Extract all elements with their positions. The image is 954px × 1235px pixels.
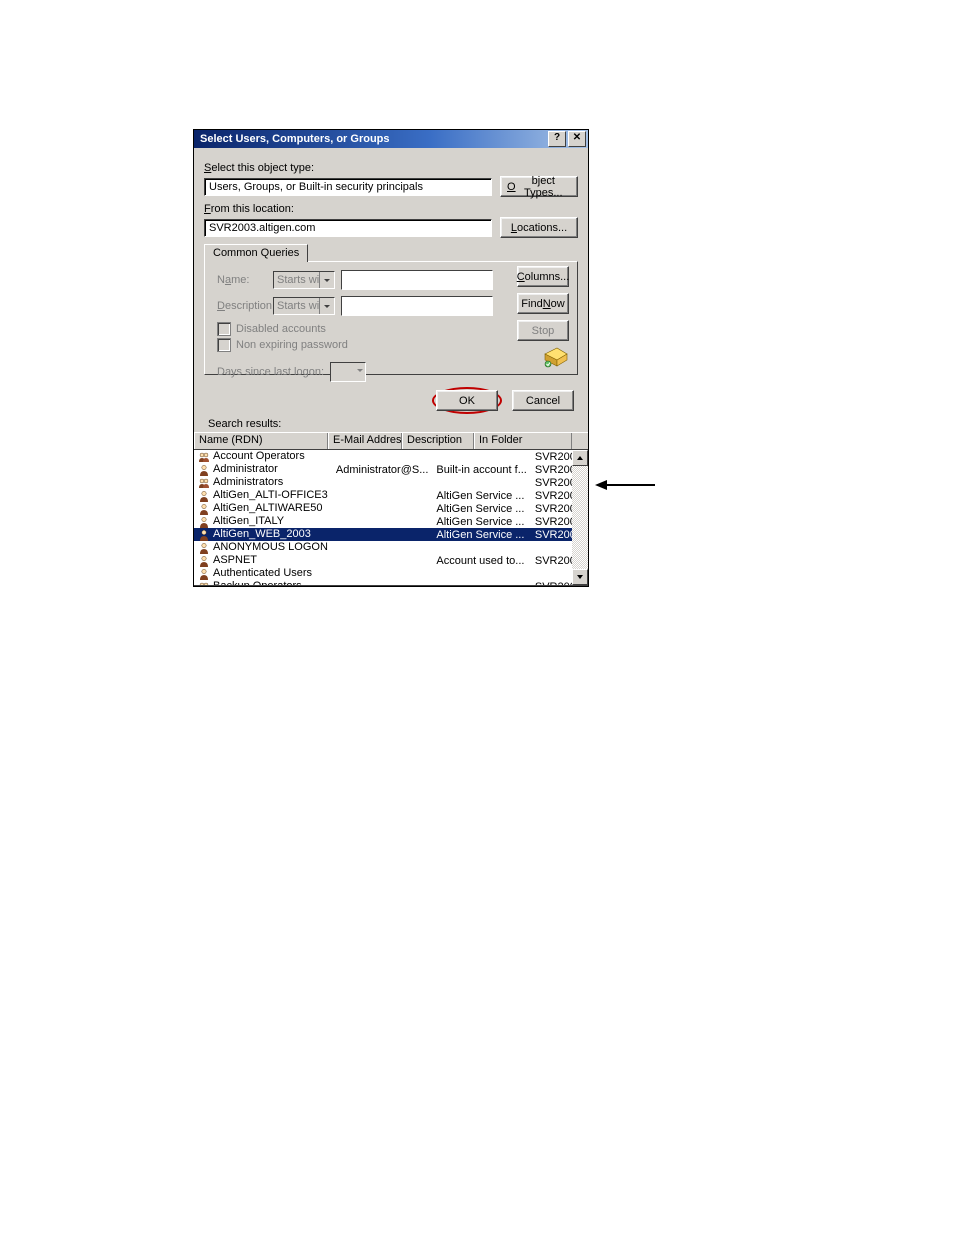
table-row[interactable]: Account OperatorsSVR2003.altige... [194, 450, 588, 463]
checkbox-icon [217, 322, 231, 336]
stop-button[interactable]: Stop [517, 320, 569, 341]
table-row[interactable]: AdministratorAdministrator@S...Built-in … [194, 463, 588, 476]
titlebar[interactable]: Select Users, Computers, or Groups ? ✕ [194, 130, 588, 148]
title-text: Select Users, Computers, or Groups [200, 133, 546, 145]
results-grid[interactable]: Account OperatorsSVR2003.altige...Admini… [194, 450, 588, 586]
common-queries-tab[interactable]: Common Queries [204, 244, 308, 262]
queries-panel: Name: Starts with Description: Starts wi… [204, 261, 578, 375]
results-table[interactable]: Account OperatorsSVR2003.altige...Admini… [194, 450, 588, 586]
directory-icon [541, 346, 569, 368]
table-row[interactable]: ANONYMOUS LOGON [194, 541, 588, 554]
days-since-combo[interactable] [330, 362, 366, 382]
table-row[interactable]: AltiGen_ITALYAltiGen Service ...SVR2003.… [194, 515, 588, 528]
scroll-up-button[interactable] [572, 450, 588, 466]
object-type-label: Select this object type: [204, 162, 578, 174]
col-email[interactable]: E-Mail Address [328, 433, 402, 449]
locations-button[interactable]: Locations... [500, 217, 578, 238]
col-folder[interactable]: In Folder [474, 433, 572, 449]
table-row[interactable]: AltiGen_ALTI-OFFICE3AltiGen Service ...S… [194, 489, 588, 502]
name-match-combo[interactable]: Starts with [273, 271, 335, 289]
dialog-body: Select this object type: Object Types...… [194, 148, 588, 430]
table-row[interactable]: Backup OperatorsSVR2003.altige... [194, 580, 588, 586]
table-row[interactable]: ASPNETAccount used to...SVR2003.altige..… [194, 554, 588, 567]
chevron-down-icon [319, 272, 334, 288]
object-types-button[interactable]: Object Types... [500, 176, 578, 197]
chevron-down-icon [319, 298, 334, 314]
queries-tabbox: Common Queries Name: Starts with Descrip… [204, 244, 578, 375]
table-row[interactable]: AltiGen_ALTIWARE50AltiGen Service ...SVR… [194, 502, 588, 515]
disabled-accounts-label: Disabled accounts [236, 323, 326, 335]
from-location-label: From this location: [204, 203, 578, 215]
col-desc[interactable]: Description [402, 433, 474, 449]
scroll-down-button[interactable] [572, 569, 588, 585]
non-expiring-label: Non expiring password [236, 339, 348, 351]
scroll-track[interactable] [572, 466, 588, 569]
ok-highlight-circle: OK [432, 387, 502, 414]
search-results-label: Search results: [208, 418, 578, 430]
find-now-button[interactable]: Find Now [517, 293, 569, 314]
cancel-button[interactable]: Cancel [512, 390, 574, 411]
checkbox-icon [217, 338, 231, 352]
object-type-field [204, 178, 492, 196]
location-field [204, 219, 492, 237]
help-button[interactable]: ? [548, 131, 566, 147]
desc-match-combo[interactable]: Starts with [273, 297, 335, 315]
desc-query-input[interactable] [341, 296, 493, 316]
close-button[interactable]: ✕ [568, 131, 586, 147]
annotation-arrow [595, 479, 655, 491]
name-query-label: Name: [217, 274, 273, 286]
results-header: Name (RDN) E-Mail Address Description In… [194, 432, 588, 450]
vertical-scrollbar[interactable] [572, 450, 588, 585]
days-since-label: Days since last logon: [217, 366, 324, 378]
table-row[interactable]: AltiGen_WEB_2003AltiGen Service ...SVR20… [194, 528, 588, 541]
columns-button[interactable]: Columns... [517, 266, 569, 287]
name-query-input[interactable] [341, 270, 493, 290]
ok-button[interactable]: OK [436, 390, 498, 411]
table-row[interactable]: Authenticated Users [194, 567, 588, 580]
select-objects-dialog: Select Users, Computers, or Groups ? ✕ S… [193, 129, 589, 587]
table-row[interactable]: AdministratorsSVR2003.altige... [194, 476, 588, 489]
desc-query-label: Description: [217, 300, 273, 312]
col-name[interactable]: Name (RDN) [194, 433, 328, 449]
